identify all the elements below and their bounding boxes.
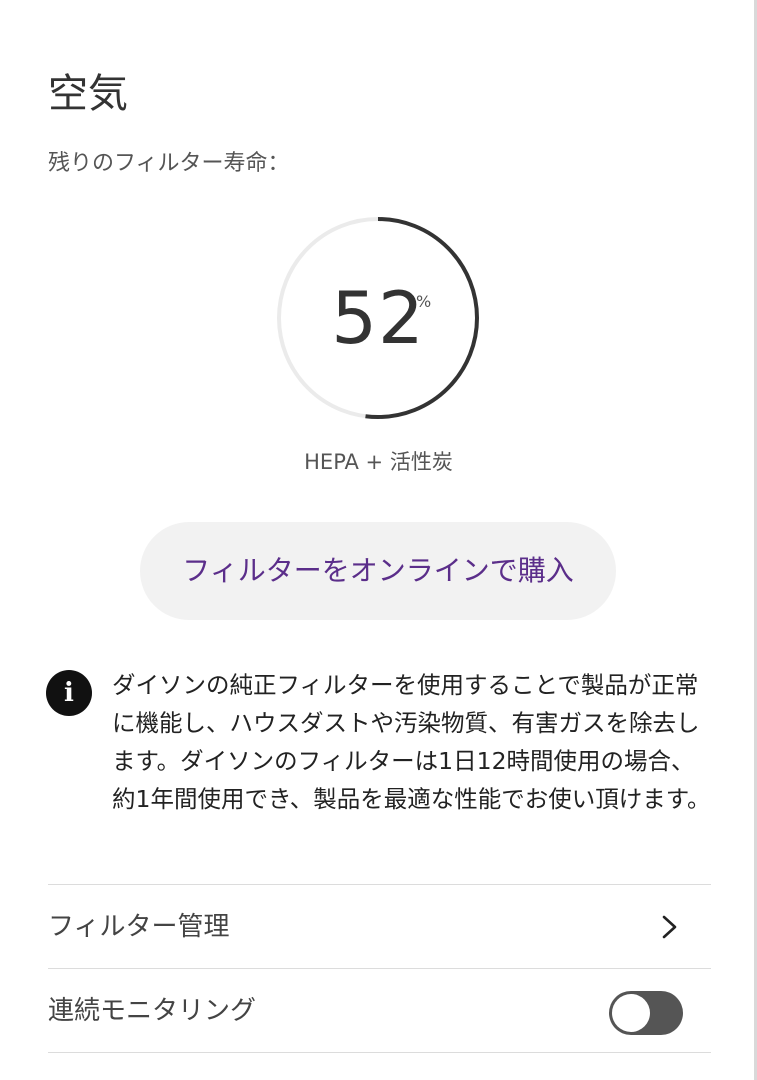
filter-life-percent: 52 xyxy=(270,278,486,358)
continuous-monitoring-label: 連続モニタリング xyxy=(48,996,257,1026)
divider xyxy=(48,1052,711,1053)
filter-type-label: HEPA + 活性炭 xyxy=(304,450,453,474)
filter-info-text: ダイソンの純正フィルターを使用することで製品が正常に機能し、ハウスダストや汚染物… xyxy=(112,671,711,813)
buy-filter-online-button[interactable]: フィルターをオンラインで購入 xyxy=(140,522,616,620)
continuous-monitoring-toggle[interactable] xyxy=(609,991,683,1035)
filter-life-label: 残りのフィルター寿命： xyxy=(48,151,290,176)
info-icon: i xyxy=(46,670,92,716)
toggle-knob xyxy=(612,994,650,1032)
chevron-right-icon xyxy=(662,915,677,939)
filter-management-row[interactable]: フィルター管理 xyxy=(48,885,711,969)
filter-life-value: 52 xyxy=(331,276,425,360)
percent-unit: % xyxy=(416,292,432,311)
continuous-monitoring-row: 連続モニタリング xyxy=(48,969,711,1053)
filter-management-label: フィルター管理 xyxy=(48,912,230,942)
page-title: 空気 xyxy=(48,71,128,117)
